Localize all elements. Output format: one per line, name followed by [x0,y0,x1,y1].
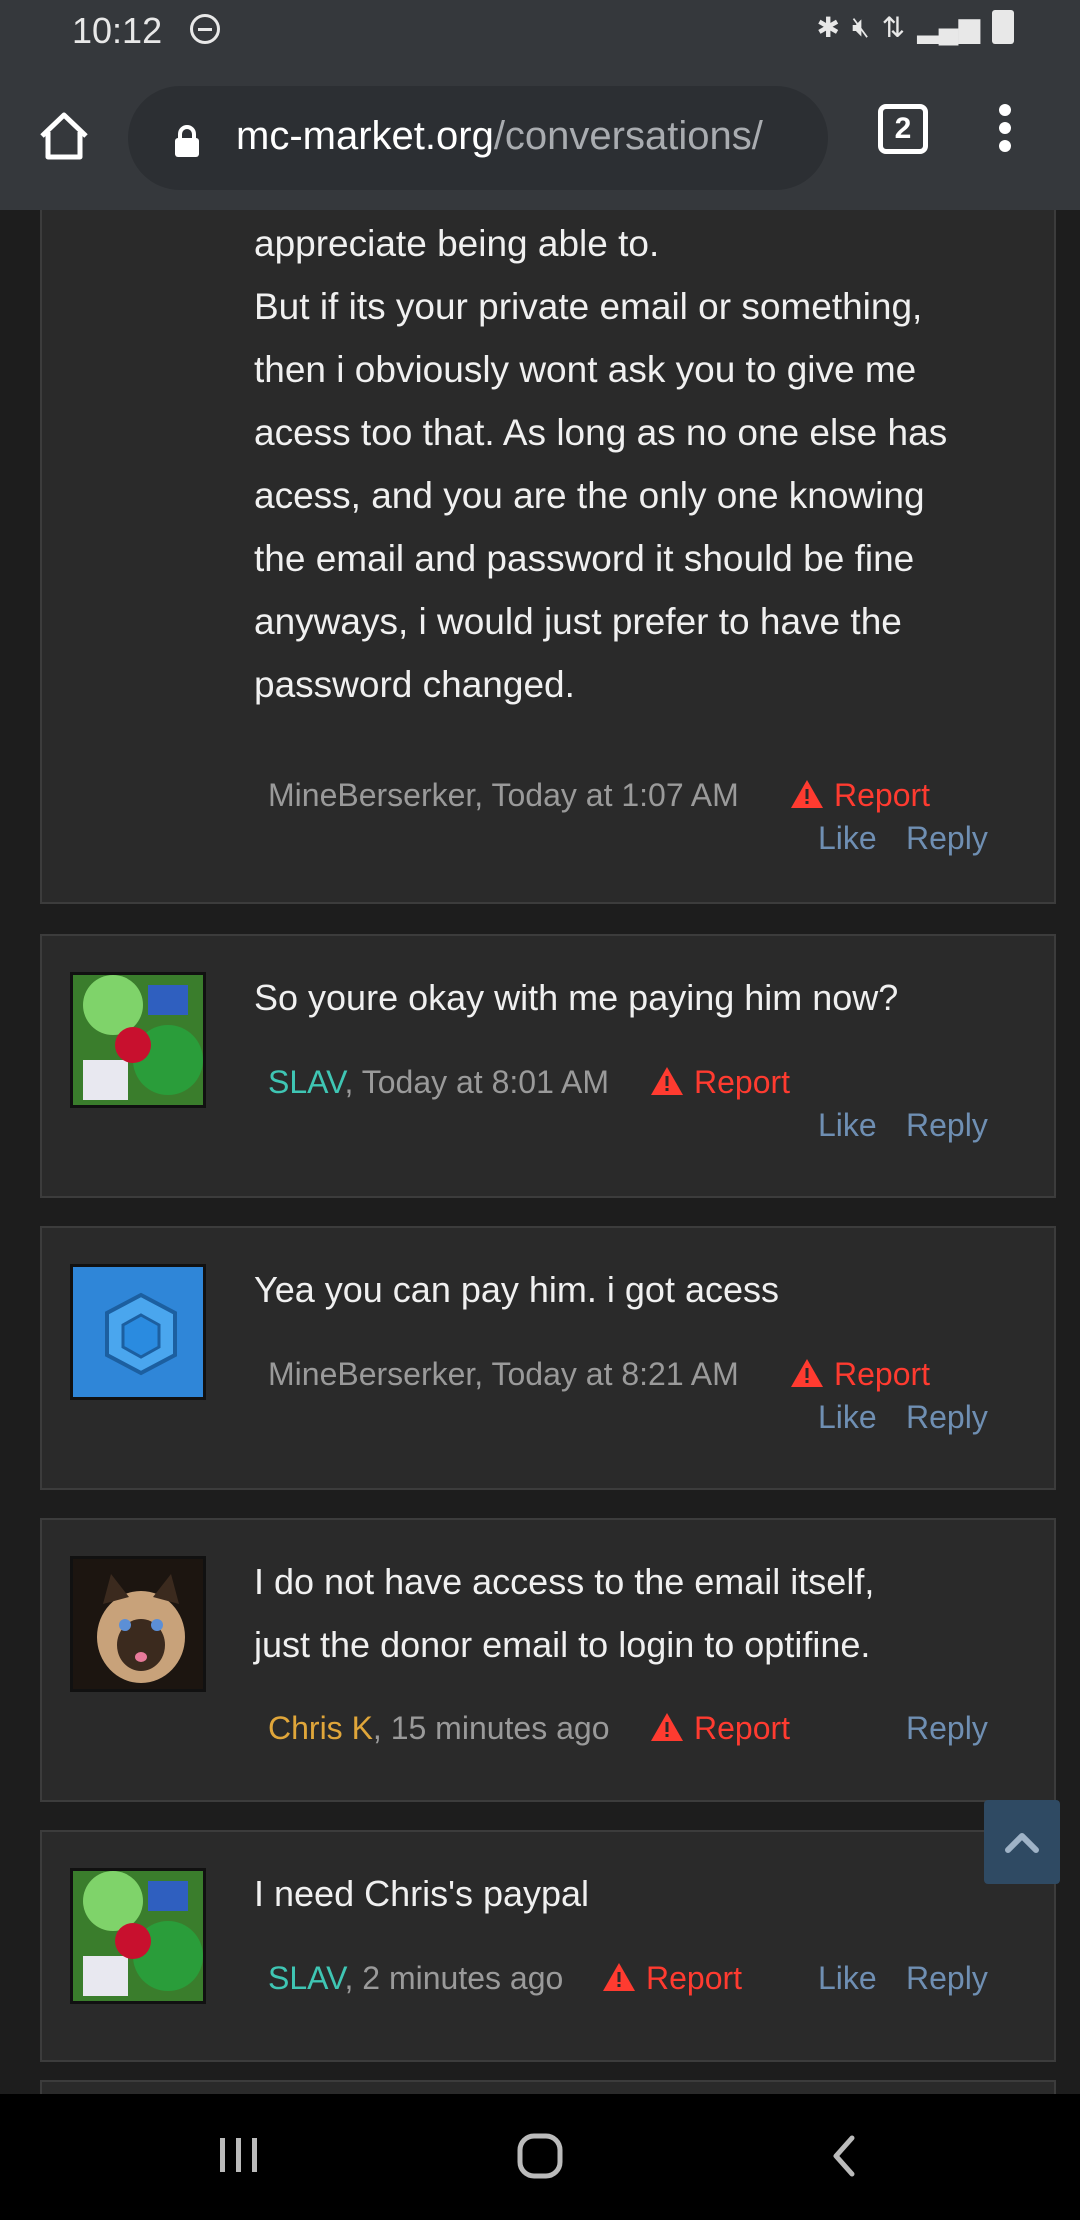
message-card: I do not have access to the email itself… [40,1518,1056,1802]
bluetooth-icon: ✱ [816,11,840,43]
message-line: I need Chris's paypal [254,1873,590,1914]
home-nav-icon[interactable] [514,2130,566,2182]
battery-icon [992,10,1014,44]
message-line: acess, and you are the only one knowing [254,475,925,516]
avatar[interactable] [70,1556,206,1692]
author-name[interactable]: MineBerserker [268,1356,474,1392]
network-icon: ⇅ [881,11,906,43]
warning-icon [791,1359,823,1387]
conversation-thread[interactable]: appreciate being able to. But if its you… [0,210,1080,2094]
do-not-disturb-icon [190,14,220,44]
report-label: Report [834,1356,931,1392]
reply-link[interactable]: Reply [906,1960,988,1997]
message-meta: Chris K, 15 minutes ago [268,1710,610,1747]
message-body: I do not have access to the email itself… [254,1550,1034,1676]
report-link[interactable]: Report [650,1710,790,1747]
signal-icon: ▂▄▆ [917,11,980,43]
warning-icon [651,1713,683,1741]
message-meta: MineBerserker, Today at 1:07 AM [268,777,739,814]
avatar-image [73,1559,203,1689]
status-bar: 10:12 ✱ 🔇︎ ⇅ ▂▄▆ [0,0,1080,64]
reply-link[interactable]: Reply [906,1710,988,1747]
url-domain: mc-market.org [236,114,494,158]
message-card: I need Chris's paypal SLAV, 2 minutes ag… [40,1830,1056,2062]
author-name[interactable]: SLAV [268,1960,345,1996]
report-link[interactable]: Report [790,777,930,814]
like-link[interactable]: Like [818,820,877,857]
author-name[interactable]: SLAV [268,1064,345,1100]
chevron-up-icon [1005,1833,1039,1853]
back-icon[interactable] [824,2130,864,2182]
report-link[interactable]: Report [790,1356,930,1393]
message-time: , Today at 8:21 AM [474,1356,739,1392]
avatar-image [73,975,203,1105]
overflow-menu-icon[interactable] [992,98,1018,168]
system-navigation-bar [0,2094,1080,2220]
author-name[interactable]: Chris K [268,1710,373,1746]
avatar-image [73,1871,203,2001]
tab-switcher-button[interactable]: 2 [878,104,928,154]
reply-link[interactable]: Reply [906,1399,988,1436]
warning-icon [791,780,823,808]
home-icon[interactable] [36,108,92,164]
message-line: acess too that. As long as no one else h… [254,412,948,453]
message-line: So youre okay with me paying him now? [254,977,899,1018]
message-body: appreciate being able to. But if its you… [254,212,1034,716]
message-card: appreciate being able to. But if its you… [40,210,1056,904]
message-card [40,2080,1056,2094]
report-label: Report [694,1710,791,1746]
avatar[interactable] [70,1264,206,1400]
message-meta: SLAV, 2 minutes ago [268,1960,563,1997]
like-link[interactable]: Like [818,1107,877,1144]
address-bar[interactable]: mc-market.org/conversations/ [128,86,828,190]
scroll-to-top-button[interactable] [984,1800,1060,1884]
message-meta: MineBerserker, Today at 8:21 AM [268,1356,739,1393]
avatar[interactable] [70,1868,206,2004]
message-time: , Today at 1:07 AM [474,777,739,813]
message-line: appreciate being able to. [254,223,660,264]
message-line: then i obviously wont ask you to give me [254,349,917,390]
reply-link[interactable]: Reply [906,820,988,857]
message-line: password changed. [254,664,575,705]
message-time: , 15 minutes ago [372,1710,610,1746]
report-label: Report [834,777,931,813]
message-line: anyways, i would just prefer to have the [254,601,902,642]
warning-icon [603,1963,635,1991]
like-link[interactable]: Like [818,1960,877,1997]
avatar-image [73,1267,203,1397]
browser-toolbar: mc-market.org/conversations/ 2 [0,64,1080,210]
lock-icon [175,125,199,157]
recent-apps-icon[interactable] [214,2130,264,2180]
report-link[interactable]: Report [650,1064,790,1101]
message-line: But if its your private email or somethi… [254,286,923,327]
message-time: , 2 minutes ago [344,1960,564,1996]
report-link[interactable]: Report [602,1960,742,1997]
url-path: /conversations/ [493,114,763,158]
reply-link[interactable]: Reply [906,1107,988,1144]
message-time: , Today at 8:01 AM [344,1064,609,1100]
report-label: Report [646,1960,743,1996]
status-time: 10:12 [72,10,163,51]
message-meta: SLAV, Today at 8:01 AM [268,1064,609,1101]
message-line: the email and password it should be fine [254,538,915,579]
report-label: Report [694,1064,791,1100]
message-line: I do not have access to the email itself… [254,1561,875,1602]
message-body: Yea you can pay him. i got acess [254,1258,1034,1321]
message-body: I need Chris's paypal [254,1862,1034,1925]
author-name[interactable]: MineBerserker [268,777,474,813]
status-icons: ✱ 🔇︎ ⇅ ▂▄▆ [817,10,1014,44]
message-card: So youre okay with me paying him now? SL… [40,934,1056,1198]
url-text: mc-market.org/conversations/ [236,114,763,159]
avatar[interactable] [70,972,206,1108]
mute-icon: 🔇︎ [851,10,870,42]
message-body: So youre okay with me paying him now? [254,966,1034,1029]
message-card: Yea you can pay him. i got acess MineBer… [40,1226,1056,1490]
like-link[interactable]: Like [818,1399,877,1436]
message-line: Yea you can pay him. i got acess [254,1269,779,1310]
message-line: just the donor email to login to optifin… [254,1624,871,1665]
warning-icon [651,1067,683,1095]
